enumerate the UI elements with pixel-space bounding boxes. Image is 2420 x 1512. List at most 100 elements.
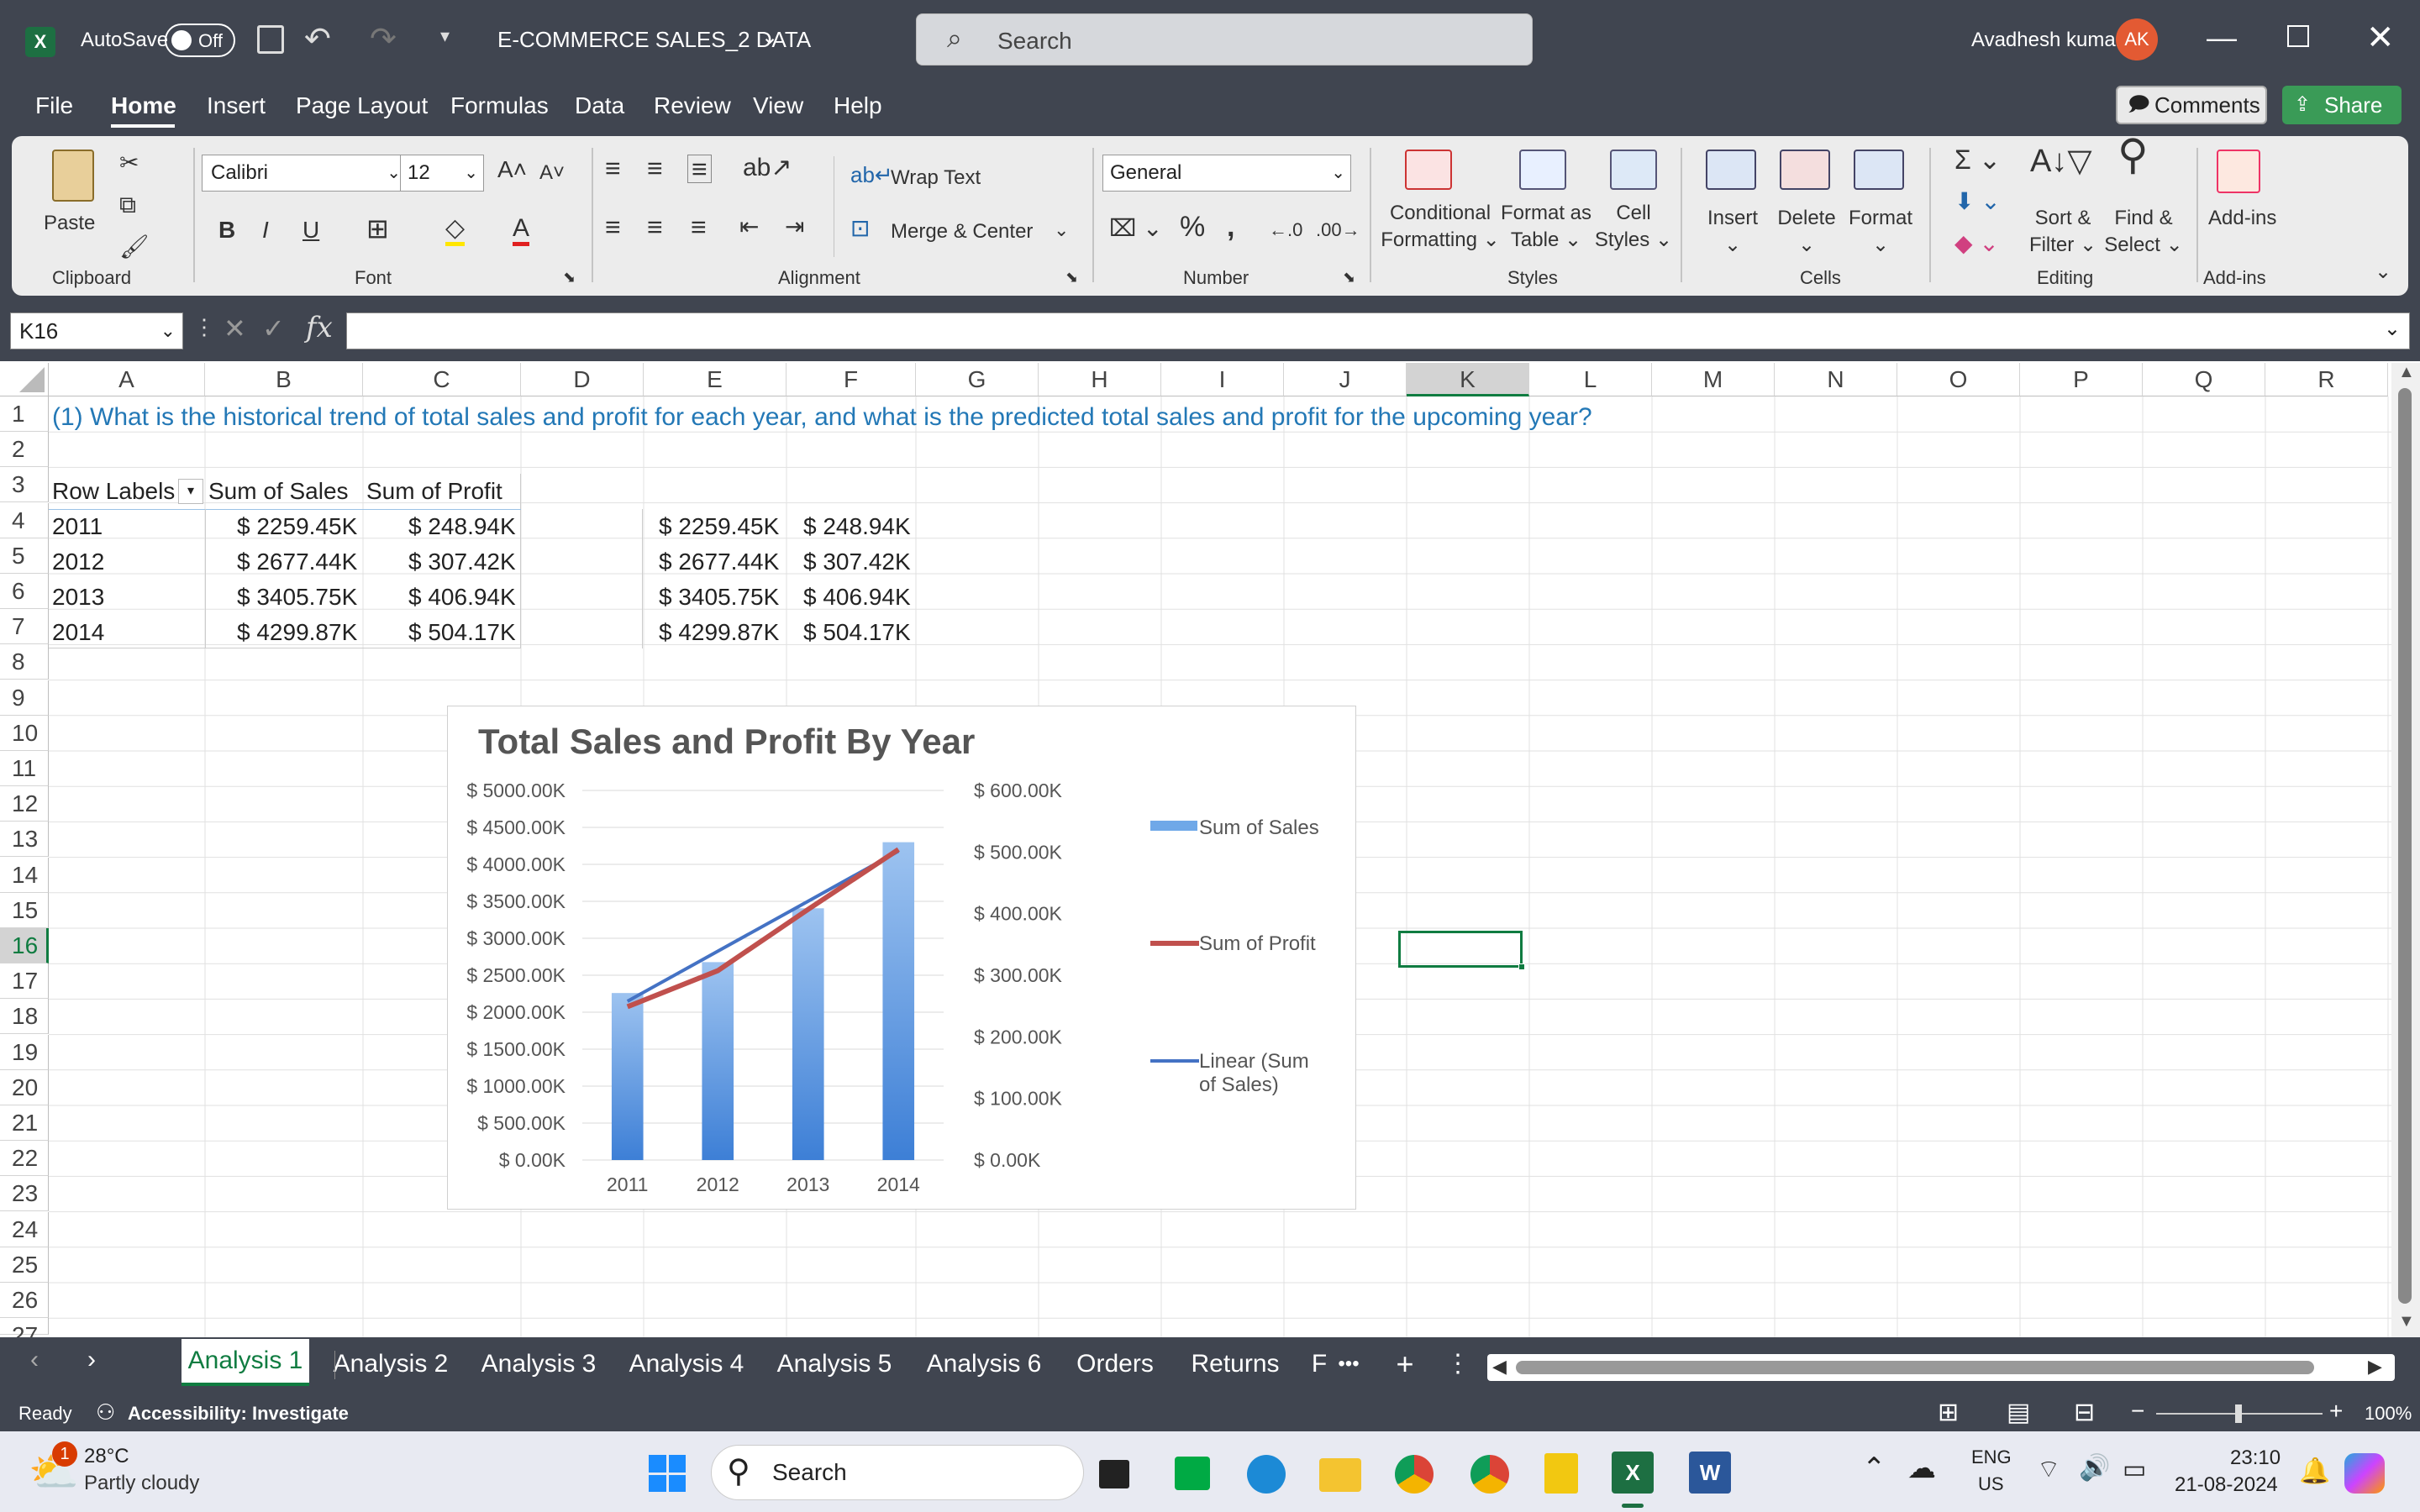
column-header-e[interactable]: E [644,363,786,396]
column-header-l[interactable]: L [1529,363,1652,396]
font-name-select[interactable]: Calibri ⌄ [202,155,407,192]
font-size-select[interactable]: 12 ⌄ [400,155,484,192]
profit-copy-cell[interactable]: $ 406.94K [803,580,911,615]
pivot-header-profit[interactable]: Sum of Profit [366,474,502,509]
sales-cell[interactable]: $ 3405.75K [237,580,357,615]
column-header-n[interactable]: N [1775,363,1897,396]
task-view-icon[interactable] [1099,1460,1129,1488]
redo-icon[interactable]: ↷ [370,20,397,58]
clear-icon[interactable]: ◆ ⌄ [1954,230,1999,257]
tab-analysis-2[interactable]: Analysis 2 [329,1344,452,1384]
column-header-b[interactable]: B [205,363,363,396]
increase-indent-icon[interactable]: ⇥ [785,213,804,240]
year-cell[interactable]: 2013 [52,580,104,615]
year-cell[interactable]: 2014 [52,615,104,650]
tab-orders[interactable]: Orders [1067,1344,1163,1384]
add-sheet-icon[interactable]: + [1390,1344,1420,1384]
row-header-20[interactable]: 20 [0,1069,49,1105]
row-header-10[interactable]: 10 [0,715,49,751]
undo-icon[interactable]: ↶ [304,20,331,58]
menu-help[interactable]: Help [834,92,882,119]
column-header-g[interactable]: G [916,363,1039,396]
word-icon[interactable]: W [1689,1452,1731,1494]
wifi-icon[interactable]: ⌔ [2037,1453,2060,1485]
active-cell[interactable] [1398,931,1525,970]
dialog-launcher-icon[interactable]: ⬊ [1065,264,1078,291]
insert-function-icon[interactable]: fx [306,311,333,344]
menu-review[interactable]: Review [654,92,731,119]
search-box[interactable]: ⌕ Search [916,13,1533,66]
row-header-13[interactable]: 13 [0,822,49,858]
tab-analysis-3[interactable]: Analysis 3 [477,1344,600,1384]
row-header-4[interactable]: 4 [0,502,49,538]
row-header-15[interactable]: 15 [0,892,49,928]
horizontal-scrollbar[interactable]: ◀ ▶ [1487,1354,2395,1381]
profit-cell[interactable]: $ 248.94K [408,509,516,544]
share-button[interactable]: ⇪ Share [2282,86,2402,124]
sort-filter-icon[interactable]: A↓▽ [2030,145,2092,177]
expand-formula-icon[interactable]: ⌄ [2384,317,2401,341]
question-text[interactable]: (1) What is the historical trend of tota… [52,400,1592,435]
dialog-launcher-icon[interactable]: ⬊ [563,264,576,291]
pivot-header-sales[interactable]: Sum of Sales [208,474,349,509]
store-icon[interactable] [1175,1457,1210,1490]
autosave-toggle[interactable]: Off [165,24,235,57]
tab-returns[interactable]: Returns [1185,1344,1286,1384]
paste-button[interactable]: Paste [44,210,95,237]
paste-icon[interactable] [52,150,94,202]
copilot-icon[interactable] [2344,1453,2385,1494]
save-icon[interactable] [257,25,284,54]
sales-copy-cell[interactable]: $ 4299.87K [659,615,779,650]
comma-style-icon[interactable]: , [1227,213,1234,241]
row-header-12[interactable]: 12 [0,786,49,822]
column-header-q[interactable]: Q [2143,363,2265,396]
vertical-scrollbar[interactable]: ▲ ▼ [2391,363,2420,1337]
taskbar-search[interactable]: ⚲ Search [711,1445,1084,1500]
row-header-9[interactable]: 9 [0,680,49,716]
conditional-formatting-icon[interactable] [1405,150,1452,190]
add-ins-button[interactable]: Add-ins [2208,205,2276,232]
restore-icon[interactable] [2287,25,2309,47]
scroll-right-icon[interactable]: ▶ [2368,1356,2382,1378]
file-explorer-icon[interactable] [1319,1458,1361,1492]
conditional-formatting-button[interactable]: Conditional Formatting ⌄ [1373,200,1507,254]
column-header-r[interactable]: R [2265,363,2388,396]
underline-icon[interactable]: U [302,217,319,244]
row-header-7[interactable]: 7 [0,609,49,645]
column-header-p[interactable]: P [2020,363,2143,396]
edge-icon[interactable] [1247,1455,1286,1494]
sales-cell[interactable]: $ 2259.45K [237,509,357,544]
collapse-ribbon-icon[interactable]: ⌄ [2375,259,2391,286]
number-format-select[interactable]: General ⌄ [1102,155,1351,192]
row-header-19[interactable]: 19 [0,1034,49,1070]
row-header-16[interactable]: 16 [0,928,49,963]
profit-copy-cell[interactable]: $ 504.17K [803,615,911,650]
border-icon[interactable]: ⊞ [366,215,389,242]
tab-analysis-4[interactable]: Analysis 4 [625,1344,748,1384]
cancel-icon[interactable]: ✕ [224,312,246,344]
tab-truncated[interactable]: F [1309,1344,1329,1384]
clock-date[interactable]: 21-08-2024 [2175,1473,2278,1497]
fill-color-icon[interactable]: ◇ [445,215,466,246]
bold-icon[interactable]: B [218,217,235,244]
filter-dropdown-icon[interactable]: ▾ [178,479,203,504]
column-header-f[interactable]: F [786,363,916,396]
row-header-27[interactable]: 27 [0,1318,49,1348]
column-header-k[interactable]: K [1407,363,1529,396]
user-name[interactable]: Avadhesh kumar [1971,29,2123,52]
add-ins-icon[interactable] [2217,150,2260,193]
menu-page-layout[interactable]: Page Layout [296,92,428,119]
row-header-6[interactable]: 6 [0,574,49,609]
profit-copy-cell[interactable]: $ 307.42K [803,544,911,580]
h-scroll-thumb[interactable] [1516,1361,2314,1374]
dialog-launcher-icon[interactable]: ⬊ [1343,264,1355,291]
normal-view-icon[interactable]: ⊞ [1938,1398,1959,1427]
close-icon[interactable]: ✕ [2366,18,2395,57]
zoom-out-icon[interactable]: − [2131,1398,2144,1425]
year-cell[interactable]: 2011 [52,509,103,544]
tray-chevron-icon[interactable]: ⌃ [1862,1452,1886,1485]
merge-center-button[interactable]: Merge & Center [891,218,1033,245]
tab-analysis-5[interactable]: Analysis 5 [773,1344,896,1384]
tab-analysis-6[interactable]: Analysis 6 [923,1344,1045,1384]
row-header-24[interactable]: 24 [0,1211,49,1247]
